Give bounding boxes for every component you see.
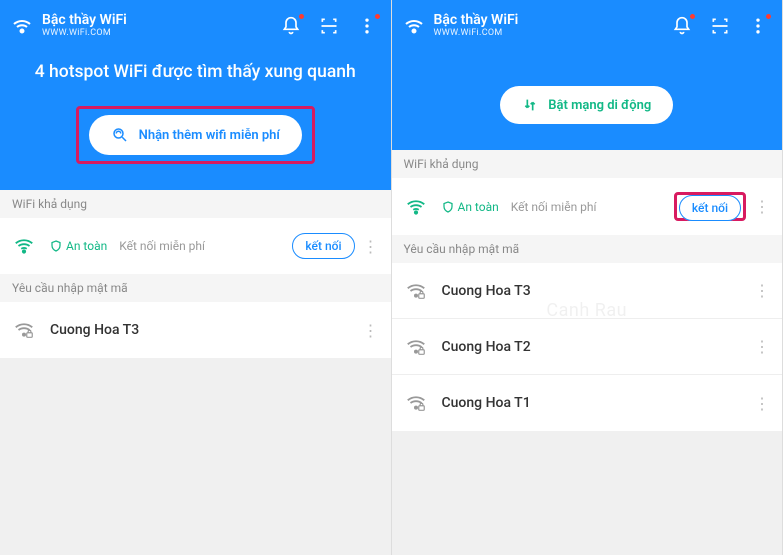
app-header: Bậc thầy WiFi WWW.WiFi.COM [392, 0, 783, 150]
network-name: Cuong Hoa T2 [442, 339, 531, 355]
section-available-label: WiFi khả dụng [0, 190, 391, 218]
safe-badge: An toàn [442, 200, 499, 214]
row-menu-icon[interactable]: ⋮ [752, 197, 772, 216]
connect-button[interactable]: kết nối [292, 233, 354, 259]
bell-icon[interactable] [672, 16, 692, 36]
topbar: Bậc thầy WiFi WWW.WiFi.COM [10, 8, 381, 44]
row-menu-icon[interactable]: ⋮ [361, 237, 381, 256]
wifi-icon [10, 235, 38, 257]
get-more-wifi-button[interactable]: Nhận thêm wifi miễn phí [89, 115, 302, 155]
app-title: Bậc thầy WiFi [434, 13, 519, 28]
row-menu-icon[interactable]: ⋮ [361, 321, 381, 340]
wifi-lock-icon [402, 280, 430, 302]
app-subtitle: WWW.WiFi.COM [434, 29, 519, 39]
scan-icon[interactable] [319, 16, 339, 36]
row-menu-icon[interactable]: ⋮ [752, 394, 772, 413]
available-list: An toàn Kết nối miễn phí kết nối ⋮ [392, 178, 783, 235]
hero-title: 4 hotspot WiFi được tìm thấy xung quanh [24, 62, 367, 82]
wifi-icon [402, 196, 430, 218]
network-name: Cuong Hoa T1 [442, 395, 531, 411]
menu-dots-icon[interactable] [357, 16, 377, 36]
enable-mobile-data-button[interactable]: Bật mạng di động [500, 86, 673, 124]
wifi-signal-icon [10, 14, 34, 38]
wifi-lock-icon [402, 392, 430, 414]
cta-label: Nhận thêm wifi miễn phí [139, 128, 280, 143]
wifi-row-free[interactable]: An toàn Kết nối miễn phí kết nối ⋮ [392, 178, 783, 235]
section-password-label: Yêu cầu nhập mật mã [392, 235, 783, 263]
bell-icon[interactable] [281, 16, 301, 36]
wifi-row[interactable]: Cuong Hoa T1 ⋮ [392, 375, 783, 431]
wifi-lock-icon [402, 336, 430, 358]
wifi-row[interactable]: Cuong Hoa T3 ⋮ [0, 302, 391, 358]
available-list: An toàn Kết nối miễn phí kết nối ⋮ [0, 218, 391, 274]
brand: Bậc thầy WiFi WWW.WiFi.COM [402, 13, 673, 38]
app-subtitle: WWW.WiFi.COM [42, 29, 127, 39]
network-name: Cuong Hoa T3 [442, 283, 531, 299]
free-connect-label: Kết nối miễn phí [511, 200, 597, 214]
brand: Bậc thầy WiFi WWW.WiFi.COM [10, 13, 281, 38]
wifi-row[interactable]: Cuong Hoa T2 ⋮ [392, 319, 783, 375]
screen-right: Bậc thầy WiFi WWW.WiFi.COM [392, 0, 783, 555]
safe-badge: An toàn [50, 239, 107, 253]
hero: Bật mạng di động [402, 44, 773, 150]
section-available-label: WiFi khả dụng [392, 150, 783, 178]
wifi-signal-icon [402, 14, 426, 38]
cta-label: Bật mạng di động [548, 98, 651, 113]
screen-left: Bậc thầy WiFi WWW.WiFi.COM 4 hotspo [0, 0, 392, 555]
wifi-row[interactable]: Cuong Hoa T3 ⋮ [392, 263, 783, 319]
password-list-left: Cuong Hoa T3 ⋮ [0, 302, 391, 358]
network-name: Cuong Hoa T3 [50, 322, 139, 338]
section-password-label: Yêu cầu nhập mật mã [0, 274, 391, 302]
connect-button[interactable]: kết nối [679, 195, 741, 221]
highlight-cta: Nhận thêm wifi miễn phí [76, 106, 315, 164]
search-wifi-icon [111, 126, 129, 144]
topbar: Bậc thầy WiFi WWW.WiFi.COM [402, 8, 773, 44]
row-menu-icon[interactable]: ⋮ [752, 337, 772, 356]
hero: 4 hotspot WiFi được tìm thấy xung quanh … [10, 44, 381, 190]
app-title: Bậc thầy WiFi [42, 13, 127, 28]
free-connect-label: Kết nối miễn phí [119, 239, 205, 253]
app-header: Bậc thầy WiFi WWW.WiFi.COM 4 hotspo [0, 0, 391, 190]
menu-dots-icon[interactable] [748, 16, 768, 36]
scan-icon[interactable] [710, 16, 730, 36]
data-toggle-icon [522, 97, 538, 113]
highlight-connect: kết nối [674, 192, 746, 221]
password-list-right: Cuong Hoa T3 ⋮ Cuong Hoa T2 ⋮ Cuong Hoa … [392, 263, 783, 431]
wifi-row-free[interactable]: An toàn Kết nối miễn phí kết nối ⋮ [0, 218, 391, 274]
row-menu-icon[interactable]: ⋮ [752, 281, 772, 300]
wifi-lock-icon [10, 319, 38, 341]
